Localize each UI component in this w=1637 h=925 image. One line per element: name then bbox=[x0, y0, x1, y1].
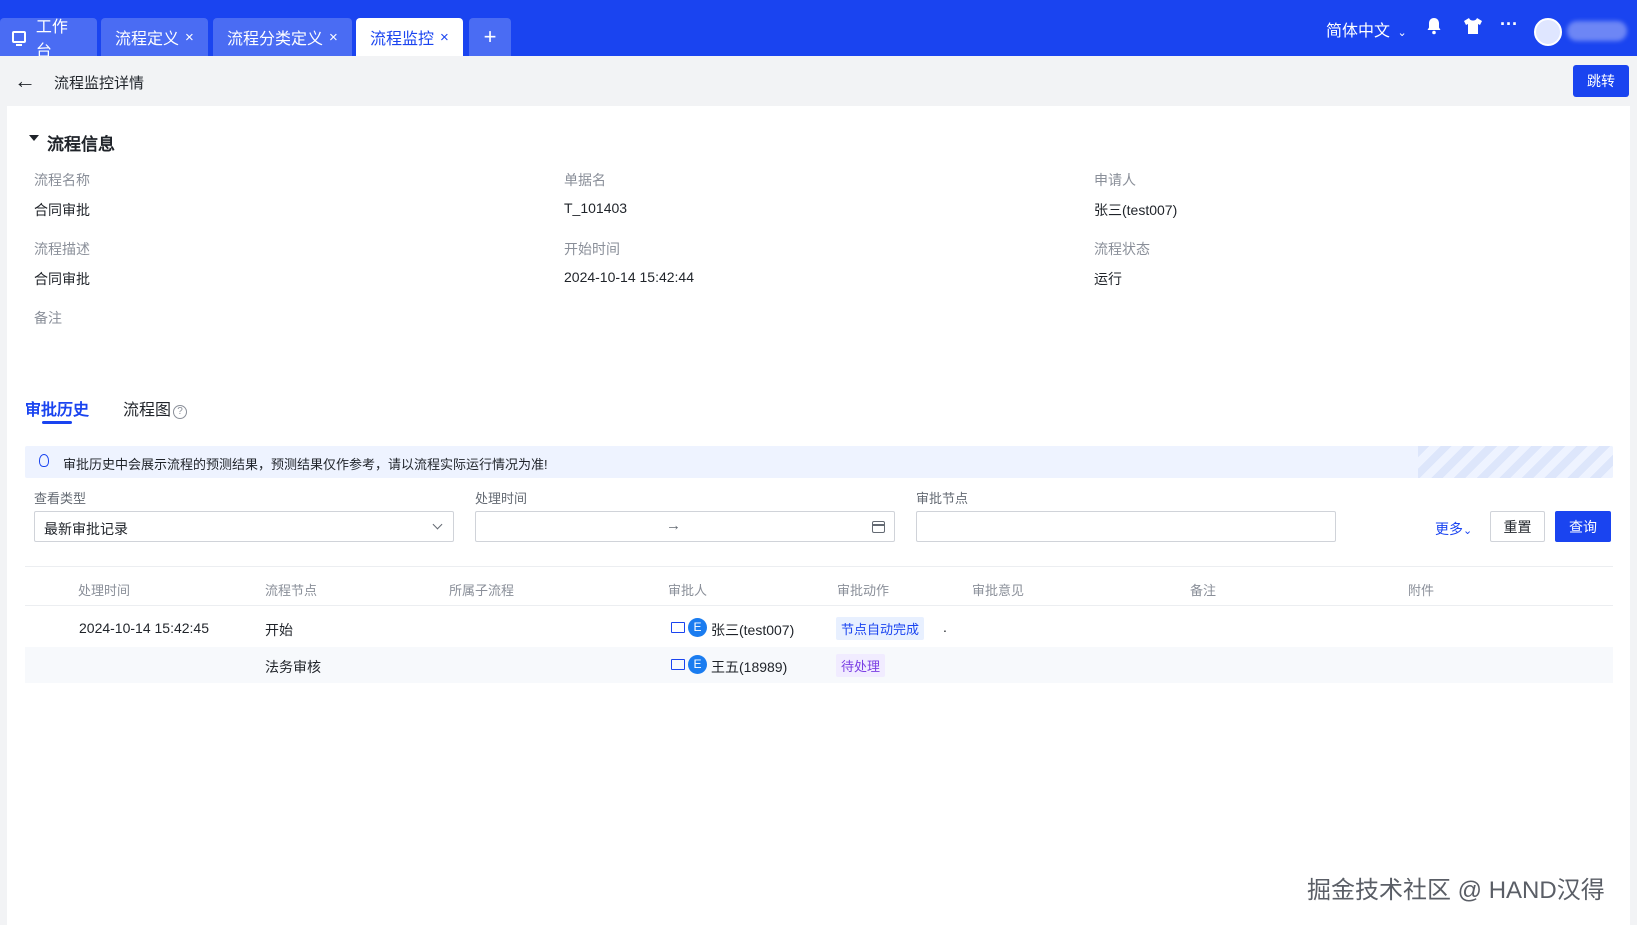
id-card-icon[interactable] bbox=[671, 622, 685, 633]
label-process-desc: 流程描述 bbox=[34, 241, 90, 257]
monitor-icon bbox=[12, 31, 26, 46]
value-process-status: 运行 bbox=[1094, 271, 1122, 287]
view-type-value: 最新审批记录 bbox=[44, 521, 128, 537]
value-document-name: T_101403 bbox=[564, 200, 628, 216]
close-icon[interactable]: × bbox=[185, 29, 194, 46]
tab-label: 流程图 bbox=[123, 402, 172, 419]
top-navigation-bar: 工作台 流程定义 × 流程分类定义 × 流程监控 × + 简体中文 ⌄ ··· bbox=[0, 0, 1637, 60]
column-header: 审批意见 bbox=[972, 583, 1025, 598]
tab-process-category-definition[interactable]: 流程分类定义 × bbox=[213, 18, 352, 56]
label-document-name: 单据名 bbox=[564, 172, 606, 188]
help-icon[interactable]: ? bbox=[173, 405, 188, 419]
more-label: 更多 bbox=[1435, 521, 1463, 537]
label-remark: 备注 bbox=[34, 310, 62, 326]
employee-badge: E bbox=[688, 655, 707, 674]
cell-node: 开始 bbox=[265, 622, 293, 638]
employee-badge: E bbox=[688, 618, 707, 637]
label-process-time: 处理时间 bbox=[475, 491, 528, 506]
add-tab-button[interactable]: + bbox=[469, 18, 511, 56]
tab-label: 工作台 bbox=[35, 19, 68, 60]
tab-label: 流程监控 bbox=[370, 31, 435, 48]
process-time-range-picker[interactable]: → bbox=[475, 511, 895, 542]
username-blurred bbox=[1567, 21, 1627, 41]
value-process-name: 合同审批 bbox=[34, 202, 90, 218]
tab-label: 流程分类定义 bbox=[227, 31, 324, 48]
cell-approver: 张三(test007) bbox=[711, 622, 795, 638]
view-type-select[interactable]: 最新审批记录 bbox=[34, 511, 454, 542]
range-arrow-icon: → bbox=[666, 517, 681, 534]
label-start-time: 开始时间 bbox=[564, 241, 620, 257]
table-row: 2024-10-14 15:42:45 开始 E 张三(test007) 节点自… bbox=[25, 610, 1613, 646]
calendar-icon bbox=[872, 521, 885, 533]
reset-button[interactable]: 重置 bbox=[1490, 511, 1545, 542]
chevron-down-icon bbox=[432, 519, 443, 530]
column-header: 审批动作 bbox=[837, 583, 890, 598]
info-notice: 审批历史中会展示流程的预测结果，预测结果仅作参考，请以流程实际运行情况为准! bbox=[25, 446, 1613, 478]
cell-opinion: . bbox=[943, 619, 947, 635]
page-header: ← 流程监控详情 跳转 bbox=[0, 56, 1637, 106]
detail-card: 流程信息 流程名称 合同审批 单据名 T_101403 申请人 张三(test0… bbox=[7, 106, 1630, 925]
label-view-type: 查看类型 bbox=[34, 491, 87, 506]
status-badge: 待处理 bbox=[836, 654, 886, 677]
label-process-name: 流程名称 bbox=[34, 172, 90, 188]
status-badge: 节点自动完成 bbox=[836, 617, 925, 640]
value-process-desc: 合同审批 bbox=[34, 271, 90, 287]
label-approval-node: 审批节点 bbox=[916, 491, 969, 506]
chevron-down-icon: ⌄ bbox=[1463, 525, 1473, 537]
approval-node-input[interactable] bbox=[916, 511, 1336, 542]
cell-approver: 王五(18989) bbox=[711, 659, 788, 675]
table-row: 法务审核 E 王五(18989) 待处理 bbox=[25, 647, 1613, 683]
table-header: 处理时间 流程节点 所属子流程 审批人 审批动作 审批意见 备注 附件 bbox=[25, 566, 1613, 606]
more-filters-toggle[interactable]: 更多⌄ bbox=[1435, 519, 1472, 539]
label-process-status: 流程状态 bbox=[1094, 241, 1150, 257]
id-card-icon[interactable] bbox=[671, 659, 685, 670]
avatar[interactable] bbox=[1534, 18, 1562, 46]
column-header: 备注 bbox=[1190, 583, 1217, 598]
shirt-icon[interactable] bbox=[1463, 16, 1483, 41]
column-header: 审批人 bbox=[668, 583, 708, 598]
jump-button[interactable]: 跳转 bbox=[1573, 65, 1629, 97]
column-header: 流程节点 bbox=[265, 583, 318, 598]
notice-text: 审批历史中会展示流程的预测结果，预测结果仅作参考，请以流程实际运行情况为准! bbox=[63, 457, 548, 472]
close-icon[interactable]: × bbox=[440, 29, 449, 46]
tab-flow-diagram[interactable]: 流程图? bbox=[123, 396, 188, 420]
section-title-process-info: 流程信息 bbox=[47, 135, 115, 154]
caret-down-icon[interactable] bbox=[29, 135, 39, 141]
bell-icon[interactable] bbox=[1424, 16, 1444, 41]
watermark: 掘金技术社区 @ HAND汉得 bbox=[1307, 877, 1605, 904]
decorative-stripes bbox=[1418, 446, 1613, 478]
value-start-time: 2024-10-14 15:42:44 bbox=[564, 269, 694, 285]
chevron-down-icon: ⌄ bbox=[1397, 27, 1407, 39]
page-title: 流程监控详情 bbox=[54, 75, 145, 92]
label-applicant: 申请人 bbox=[1094, 172, 1136, 188]
language-selector[interactable]: 简体中文 ⌄ bbox=[1326, 17, 1407, 41]
tab-approval-history[interactable]: 审批历史 bbox=[25, 396, 89, 420]
active-tab-indicator bbox=[42, 421, 72, 424]
back-arrow-icon[interactable]: ← bbox=[14, 68, 36, 94]
lightbulb-icon bbox=[39, 454, 49, 467]
more-icon[interactable]: ··· bbox=[1500, 14, 1518, 35]
tab-process-monitor[interactable]: 流程监控 × bbox=[356, 18, 463, 56]
column-header: 处理时间 bbox=[78, 583, 131, 598]
tab-workbench[interactable]: 工作台 bbox=[0, 18, 97, 60]
close-icon[interactable]: × bbox=[329, 29, 338, 46]
value-applicant: 张三(test007) bbox=[1094, 202, 1178, 218]
cell-time: 2024-10-14 15:42:45 bbox=[79, 620, 209, 636]
cell-node: 法务审核 bbox=[265, 659, 321, 675]
tab-label: 流程定义 bbox=[115, 31, 180, 48]
column-header: 附件 bbox=[1408, 583, 1435, 598]
column-header: 所属子流程 bbox=[449, 583, 515, 598]
language-label: 简体中文 bbox=[1326, 23, 1391, 40]
tab-process-definition[interactable]: 流程定义 × bbox=[101, 18, 208, 56]
query-button[interactable]: 查询 bbox=[1555, 511, 1611, 542]
